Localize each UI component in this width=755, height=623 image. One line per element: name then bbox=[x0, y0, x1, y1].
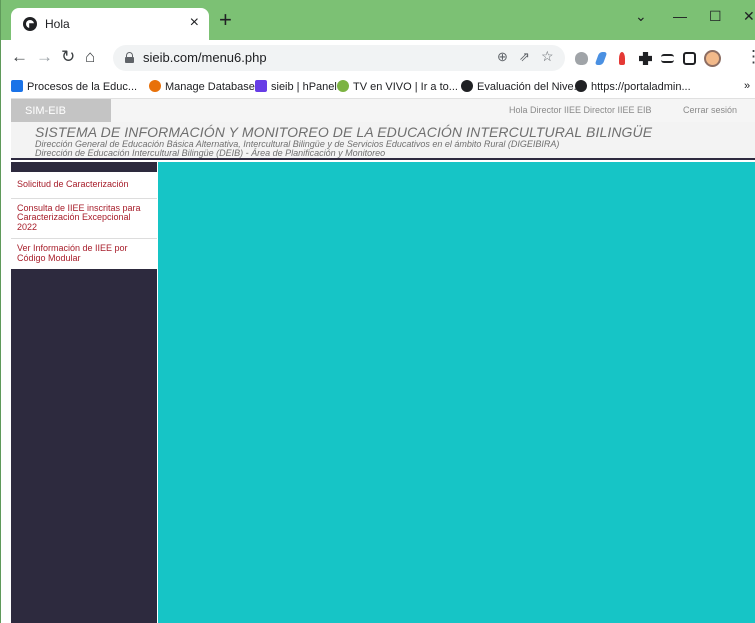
user-greeting: Hola Director IIEE Director IIEE EIB bbox=[509, 105, 652, 115]
cpanel-icon bbox=[149, 80, 161, 92]
hostinger-icon bbox=[255, 80, 267, 92]
bookmark-star-icon[interactable]: ☆ bbox=[541, 48, 554, 65]
main-content-area bbox=[158, 162, 755, 623]
feather-extension-icon[interactable] bbox=[594, 52, 608, 65]
bookmark-item[interactable]: sieib | hPanel bbox=[255, 80, 337, 93]
page-title: SISTEMA DE INFORMACIÓN Y MONITOREO DE LA… bbox=[35, 124, 653, 140]
close-window-button[interactable]: ✕ bbox=[743, 8, 755, 25]
bookmark-item[interactable]: https://portaladmin... bbox=[575, 80, 691, 93]
new-tab-button[interactable]: + bbox=[219, 9, 232, 31]
play-icon bbox=[337, 80, 349, 92]
browser-toolbar: ← → ↻ ⌂ sieib.com/menu6.php ⊕ ⇗ ☆ ⋮ bbox=[1, 40, 755, 76]
chrome-globe-icon bbox=[23, 17, 37, 31]
tab-close-icon[interactable]: × bbox=[190, 14, 199, 32]
address-bar[interactable]: sieib.com/menu6.php ⊕ ⇗ ☆ bbox=[113, 45, 565, 71]
extensions-puzzle-icon[interactable] bbox=[639, 52, 652, 65]
page-viewport: SIM-EIB Hola Director IIEE Director IIEE… bbox=[1, 98, 755, 623]
shield-extension-icon[interactable] bbox=[575, 52, 588, 65]
tab-title: Hola bbox=[45, 17, 70, 31]
tab-strip: Hola × + ⌄ — ☐ ✕ bbox=[1, 0, 755, 40]
browser-menu-icon[interactable]: ⋮ bbox=[745, 48, 755, 66]
header-department: Dirección de Educación Intercultural Bil… bbox=[35, 148, 386, 158]
pin-extension-icon[interactable] bbox=[619, 52, 625, 65]
logout-link[interactable]: Cerrar sesión bbox=[683, 105, 737, 115]
home-button[interactable]: ⌂ bbox=[85, 48, 95, 66]
profile-avatar[interactable] bbox=[704, 50, 721, 67]
maximize-button[interactable]: ☐ bbox=[709, 8, 722, 25]
browser-window: Hola × + ⌄ — ☐ ✕ ← → ↻ ⌂ sieib.com/menu6… bbox=[0, 0, 755, 623]
globe-icon bbox=[575, 80, 587, 92]
more-bookmarks-icon[interactable]: » bbox=[744, 80, 750, 92]
address-url[interactable]: sieib.com/menu6.php bbox=[143, 50, 267, 65]
side-panel-icon[interactable] bbox=[683, 52, 696, 65]
forward-button[interactable]: → bbox=[36, 48, 53, 66]
bookmark-item[interactable]: TV en VIVO | Ir a to... bbox=[337, 80, 458, 93]
minimize-button[interactable]: — bbox=[673, 8, 687, 24]
globe-icon bbox=[461, 80, 473, 92]
app-brand[interactable]: SIM-EIB bbox=[11, 99, 111, 123]
bookmark-item[interactable]: Evaluación del Nive... bbox=[461, 80, 583, 93]
menu-item-solicitud[interactable]: Solicitud de Caracterización bbox=[11, 172, 157, 199]
lock-icon bbox=[125, 52, 134, 63]
reading-list-icon[interactable] bbox=[661, 54, 674, 63]
back-button[interactable]: ← bbox=[11, 48, 28, 66]
app-top-bar: SIM-EIB Hola Director IIEE Director IIEE… bbox=[11, 98, 755, 123]
menu-item-consulta[interactable]: Consulta de IIEE inscritas para Caracter… bbox=[11, 199, 157, 239]
menu-item-ver-informacion[interactable]: Ver Información de IIEE por Código Modul… bbox=[11, 239, 157, 269]
sidebar-menu: Solicitud de Caracterización Consulta de… bbox=[11, 172, 157, 269]
bookmark-item[interactable]: Procesos de la Educ... bbox=[11, 80, 137, 93]
zoom-icon[interactable]: ⊕ bbox=[497, 49, 508, 65]
share-icon[interactable]: ⇗ bbox=[519, 49, 530, 65]
sidebar: Solicitud de Caracterización Consulta de… bbox=[11, 162, 157, 623]
browser-tab[interactable]: Hola × bbox=[11, 8, 209, 40]
tab-search-icon[interactable]: ⌄ bbox=[635, 8, 647, 25]
teams-icon bbox=[11, 80, 23, 92]
bookmark-item[interactable]: Manage Databases bbox=[149, 80, 260, 93]
bookmarks-bar: Procesos de la Educ... Manage Databases … bbox=[1, 76, 755, 98]
reload-button[interactable]: ↻ bbox=[61, 48, 75, 66]
app-header: SISTEMA DE INFORMACIÓN Y MONITOREO DE LA… bbox=[11, 122, 755, 160]
